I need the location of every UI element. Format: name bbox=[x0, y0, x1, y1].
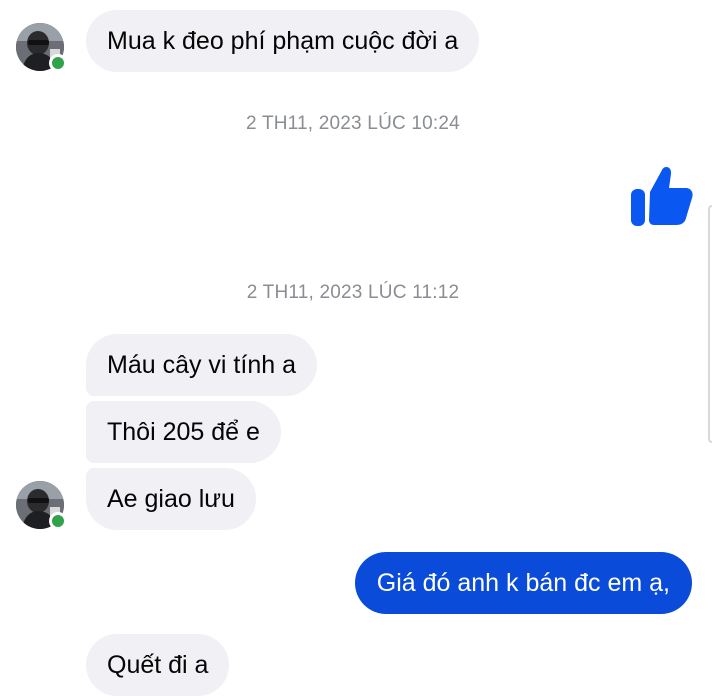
message-bubble-incoming[interactable]: Mua k đeo phí phạm cuộc đời a bbox=[86, 10, 480, 72]
message-bubble-incoming[interactable]: Quết đi a bbox=[86, 634, 230, 696]
message-timestamp: 2 TH11, 2023 LÚC 11:12 bbox=[246, 282, 460, 303]
message-bubble-incoming[interactable]: Máu cây vi tính a bbox=[86, 334, 317, 396]
message-bubble-outgoing[interactable]: Giá đó anh k bán đc em ạ, bbox=[354, 552, 692, 614]
online-status-indicator bbox=[49, 54, 67, 72]
thumbs-up-icon[interactable] bbox=[628, 162, 694, 228]
contact-avatar[interactable] bbox=[16, 481, 67, 530]
message-bubble-incoming[interactable]: Thôi 205 để e bbox=[86, 401, 281, 463]
message-bubble-incoming[interactable]: Ae giao lưu bbox=[86, 468, 256, 530]
message-timestamp: 2 TH11, 2023 LÚC 10:24 bbox=[246, 113, 460, 134]
scrollbar[interactable] bbox=[708, 205, 712, 443]
contact-avatar[interactable] bbox=[16, 23, 67, 72]
online-status-indicator bbox=[49, 512, 67, 530]
